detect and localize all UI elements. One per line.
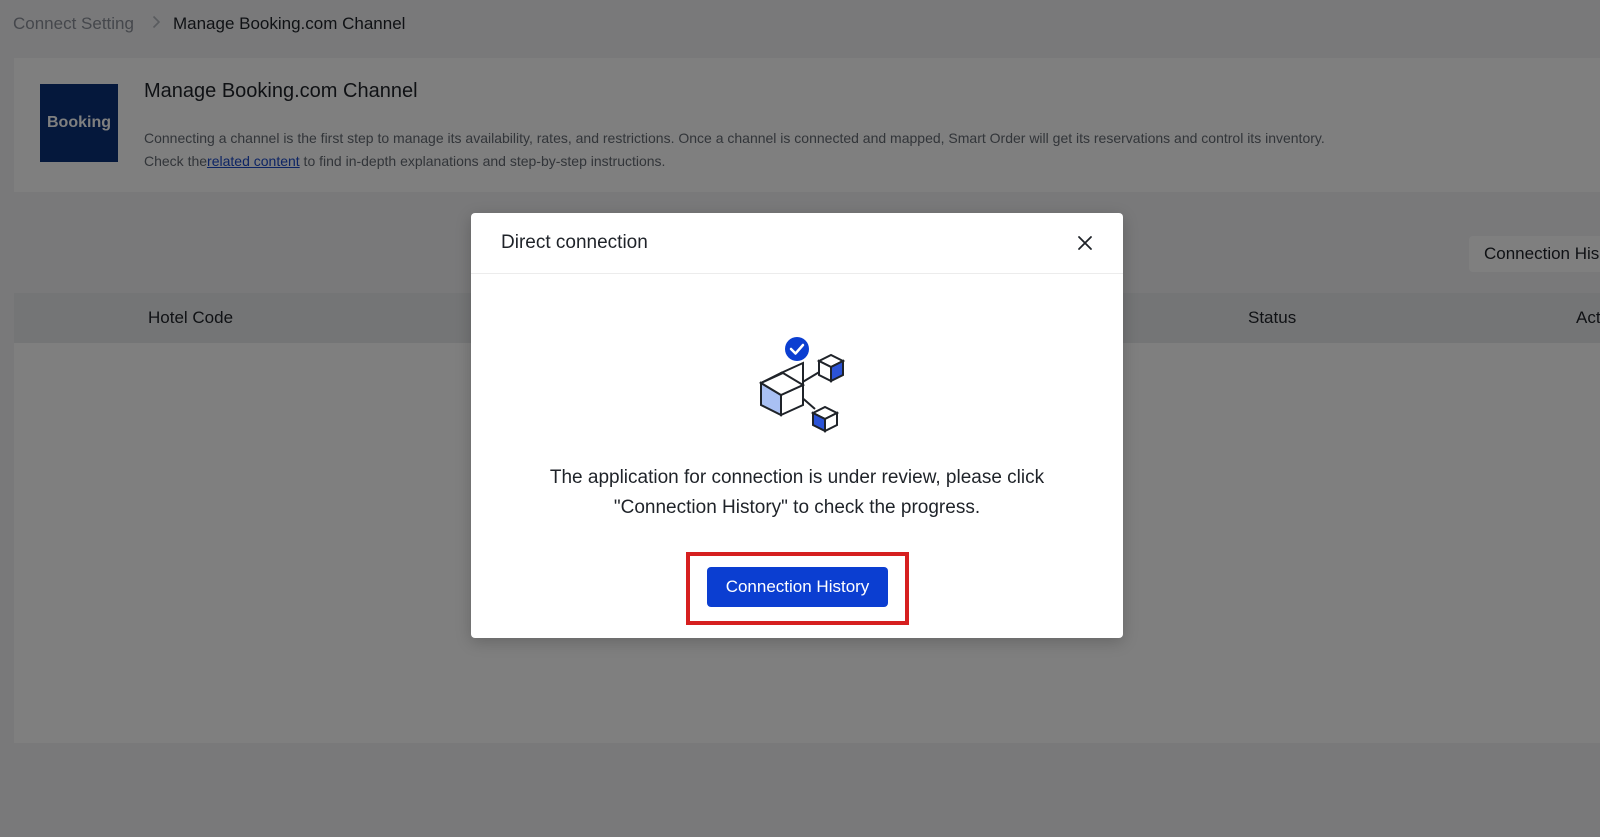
connected-cubes-check-icon [751, 333, 851, 433]
close-icon[interactable] [1073, 231, 1097, 255]
modal-title: Direct connection [501, 232, 648, 253]
modal-message: The application for connection is under … [511, 463, 1083, 523]
direct-connection-modal: Direct connection The application for co… [471, 213, 1123, 638]
modal-message-line-2: "Connection History" to check the progre… [613, 497, 981, 518]
connection-history-button[interactable]: Connection History [707, 567, 888, 607]
modal-message-line-1: The application for connection is under … [549, 467, 1045, 488]
modal-header: Direct connection [471, 213, 1123, 274]
